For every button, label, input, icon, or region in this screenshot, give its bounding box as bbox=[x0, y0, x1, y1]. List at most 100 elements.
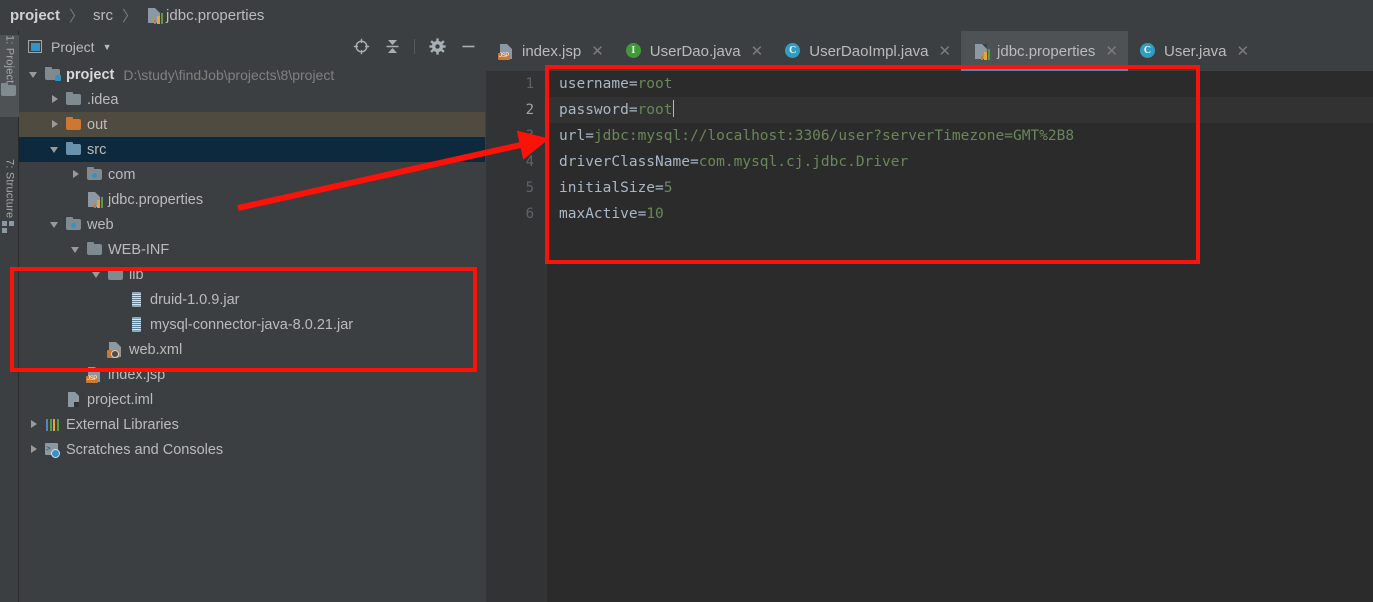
code-line[interactable]: driverClassName=com.mysql.cj.jdbc.Driver bbox=[547, 149, 1373, 175]
editor-tab-jdbc-properties[interactable]: jdbc.properties ✕ bbox=[961, 31, 1128, 71]
project-file-tree[interactable]: project D:\study\findJob\projects\8\proje… bbox=[19, 62, 485, 602]
chevron-down-icon[interactable] bbox=[50, 219, 61, 230]
tree-node-project-iml[interactable]: project.iml bbox=[19, 387, 485, 412]
code-line[interactable]: username=root bbox=[547, 71, 1373, 97]
folder-gray-icon bbox=[86, 241, 103, 258]
class-icon: C bbox=[1140, 42, 1157, 60]
collapse-all-icon[interactable] bbox=[383, 38, 401, 56]
tree-node-web-xml[interactable]: web.xml bbox=[19, 337, 485, 362]
editor-tab-label: User.java bbox=[1164, 42, 1227, 60]
project-panel-header: Project ▼ bbox=[19, 31, 485, 62]
property-separator: = bbox=[689, 154, 699, 170]
chevron-right-icon[interactable] bbox=[29, 444, 40, 455]
property-value: root bbox=[637, 76, 673, 92]
tool-window-button-structure[interactable]: 7: Structure bbox=[0, 159, 19, 251]
tree-node-src[interactable]: src bbox=[19, 137, 485, 162]
properties-file-icon bbox=[86, 191, 103, 208]
chevron-right-icon[interactable] bbox=[50, 119, 61, 130]
property-key: maxActive bbox=[559, 206, 638, 222]
toolbar-divider bbox=[414, 39, 415, 54]
property-separator: = bbox=[637, 206, 647, 222]
breadcrumb-separator-icon: 〉 bbox=[69, 8, 85, 25]
tool-window-button-project[interactable]: 1: Project bbox=[0, 35, 19, 117]
tree-node-label: src bbox=[87, 141, 107, 158]
tree-node-label: mysql-connector-java-8.0.21.jar bbox=[150, 316, 354, 333]
tree-node-label: index.jsp bbox=[108, 366, 166, 383]
close-icon[interactable]: ✕ bbox=[938, 42, 951, 60]
chevron-right-icon[interactable] bbox=[50, 94, 61, 105]
settings-gear-icon[interactable] bbox=[428, 38, 446, 56]
property-value: 5 bbox=[663, 180, 673, 196]
code-line[interactable]: initialSize=5 bbox=[547, 175, 1373, 201]
tree-node-lib[interactable]: lib bbox=[19, 262, 485, 287]
jar-file-icon bbox=[128, 316, 145, 333]
tree-node-out[interactable]: out bbox=[19, 112, 485, 137]
editor-tab-user-java[interactable]: C User.java ✕ bbox=[1128, 31, 1259, 71]
tree-node-jdbc-properties[interactable]: jdbc.properties bbox=[19, 187, 485, 212]
chevron-down-icon[interactable] bbox=[71, 244, 82, 255]
property-key: password bbox=[559, 102, 629, 118]
locate-in-tree-icon[interactable] bbox=[352, 38, 370, 56]
tree-node-mysql-connector-java-8-0-21-jar[interactable]: mysql-connector-java-8.0.21.jar bbox=[19, 312, 485, 337]
close-icon[interactable]: ✕ bbox=[1237, 42, 1250, 60]
property-value: root bbox=[637, 102, 673, 118]
code-line[interactable]: url=jdbc:mysql://localhost:3306/user?ser… bbox=[547, 123, 1373, 149]
editor-text[interactable]: username=root password=root url=jdbc:mysql… bbox=[547, 71, 1373, 602]
editor-tab-bar: JSP index.jsp ✕ I UserDao.java ✕ C UserDaoImpl.… bbox=[486, 31, 1373, 71]
editor-content[interactable]: 123456 username=root password=root url=jdb… bbox=[486, 71, 1373, 602]
tree-node-label: .idea bbox=[87, 91, 119, 108]
breadcrumb-item-src[interactable]: src bbox=[93, 7, 113, 24]
xml-file-icon bbox=[107, 341, 124, 358]
tree-node-index-jsp[interactable]: JSP index.jsp bbox=[19, 362, 485, 387]
line-number: 4 bbox=[525, 154, 534, 170]
tree-node-druid-1-0-9-jar[interactable]: druid-1.0.9.jar bbox=[19, 287, 485, 312]
editor-tab-userdaoimpl-java[interactable]: C UserDaoImpl.java ✕ bbox=[773, 31, 961, 71]
breadcrumb-item-project[interactable]: project bbox=[10, 7, 60, 24]
property-value: 10 bbox=[646, 206, 664, 222]
hide-panel-icon[interactable] bbox=[459, 38, 477, 56]
tree-node-web[interactable]: web bbox=[19, 212, 485, 237]
editor-tab-userdao-java[interactable]: I UserDao.java ✕ bbox=[614, 31, 773, 71]
tree-node-label: project.iml bbox=[87, 391, 154, 408]
tree-node-com[interactable]: com bbox=[19, 162, 485, 187]
tree-node-project[interactable]: project D:\study\findJob\projects\8\proje… bbox=[19, 62, 485, 87]
close-icon[interactable]: ✕ bbox=[751, 42, 764, 60]
editor-tab-index-jsp[interactable]: JSP index.jsp ✕ bbox=[486, 31, 614, 71]
chevron-down-icon[interactable] bbox=[50, 144, 61, 155]
tab-bar-spacer bbox=[1357, 31, 1373, 71]
tree-node-label: External Libraries bbox=[66, 416, 179, 433]
interface-icon: I bbox=[625, 42, 643, 60]
package-folder-icon bbox=[86, 166, 103, 183]
editor-gutter: 1 2 3 4 5 6 bbox=[486, 71, 547, 602]
code-line[interactable]: maxActive=10 bbox=[547, 201, 1373, 227]
tree-node-external-libraries[interactable]: External Libraries bbox=[19, 412, 485, 437]
tree-node-path: D:\study\findJob\projects\8\project bbox=[123, 66, 335, 83]
line-number: 5 bbox=[525, 180, 534, 196]
folder-gray-icon bbox=[0, 82, 18, 100]
property-key: driverClassName bbox=[559, 154, 690, 170]
property-separator: = bbox=[655, 180, 664, 196]
chevron-right-icon[interactable] bbox=[71, 169, 82, 180]
code-line[interactable]: password=root bbox=[547, 97, 1373, 123]
tool-window-label: 7: Structure bbox=[3, 159, 16, 219]
chevron-down-icon[interactable] bbox=[92, 269, 103, 280]
tree-node--idea[interactable]: .idea bbox=[19, 87, 485, 112]
tree-node-label: jdbc.properties bbox=[108, 191, 204, 208]
structure-icon bbox=[1, 218, 18, 235]
project-view-icon bbox=[27, 38, 44, 55]
tree-node-web-inf[interactable]: WEB-INF bbox=[19, 237, 485, 262]
close-icon[interactable]: ✕ bbox=[1105, 42, 1118, 60]
chevron-down-icon[interactable]: ▼ bbox=[103, 42, 112, 52]
property-separator: = bbox=[628, 102, 638, 118]
chevron-right-icon[interactable] bbox=[29, 419, 40, 430]
tree-node-scratches-and-consoles[interactable]: > Scratches and Consoles bbox=[19, 437, 485, 462]
breadcrumb-label: project bbox=[10, 7, 61, 24]
close-icon[interactable]: ✕ bbox=[591, 42, 604, 60]
chevron-down-icon[interactable] bbox=[29, 69, 40, 80]
breadcrumb-item-jdbc-properties[interactable]: jdbc.properties bbox=[146, 7, 264, 24]
tree-node-label: out bbox=[87, 116, 108, 133]
